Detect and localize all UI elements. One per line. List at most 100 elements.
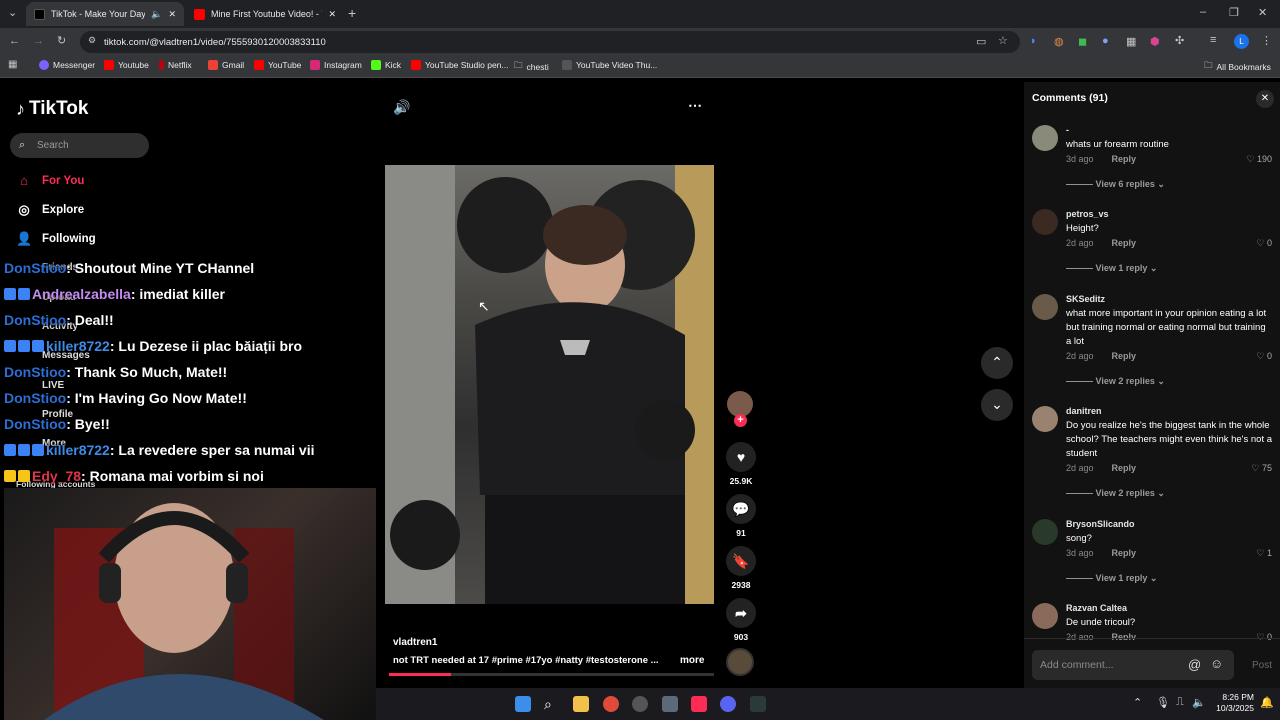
view-replies-button[interactable]: ——— View 6 replies ⌄ (1066, 179, 1165, 190)
next-video-button[interactable]: ⌄ (981, 389, 1013, 421)
view-replies-button[interactable]: ——— View 1 reply ⌄ (1066, 573, 1157, 584)
avatar[interactable] (1032, 519, 1058, 545)
previous-video-button[interactable]: ⌃ (981, 347, 1013, 379)
extensions-puzzle-icon[interactable]: ✣ (1175, 34, 1184, 47)
url-field[interactable]: ⚙ tiktok.com/@vladtren1/video/7555930120… (80, 31, 1020, 53)
like-button[interactable]: ♥ 25.9K (726, 442, 756, 486)
windows-start-icon[interactable] (515, 696, 531, 712)
comment-like-button[interactable]: ♡ 0 (1256, 238, 1272, 249)
network-icon[interactable]: ⎍ (1176, 696, 1184, 709)
bookmark-instagram[interactable]: Instagram (310, 60, 362, 70)
media-control-icon[interactable]: ≡ (1210, 34, 1216, 46)
avatar[interactable] (1032, 209, 1058, 235)
notification-icon[interactable]: 🔔 (1260, 696, 1274, 709)
more-options-icon[interactable]: ⋯ (688, 97, 702, 114)
file-explorer-icon[interactable] (573, 696, 589, 712)
minimize-icon[interactable]: – (1200, 6, 1206, 18)
follow-plus-icon[interactable]: + (734, 414, 747, 427)
all-bookmarks[interactable]: 🗀 All Bookmarks (1204, 60, 1271, 74)
apps-grid-icon[interactable]: ▦ (8, 59, 17, 70)
bookmark-youtube[interactable]: Youtube (104, 60, 149, 70)
bookmark-youtube-2[interactable]: YouTube (254, 60, 301, 70)
close-window-icon[interactable]: ✕ (1258, 6, 1267, 19)
volume-icon[interactable]: 🔈 (1192, 696, 1206, 709)
clock[interactable]: 8:26 PM 10/3/2025 (1210, 692, 1254, 714)
chrome-menu-icon[interactable]: ⋮ (1261, 34, 1272, 47)
bookmark-youtube-studio[interactable]: YouTube Studio pen... (411, 60, 509, 70)
close-tab-icon[interactable]: ✕ (328, 9, 336, 20)
reload-icon[interactable]: ↻ (57, 34, 66, 47)
nav-following[interactable]: 👤 Following (16, 231, 96, 247)
chrome-icon[interactable] (603, 696, 619, 712)
comment-like-button[interactable]: ♡ 0 (1256, 351, 1272, 362)
comment-username[interactable]: SKSeditz (1066, 294, 1105, 304)
chevron-up-icon[interactable]: ⌃ (1133, 696, 1142, 709)
discord-icon[interactable] (720, 696, 736, 712)
tiktok-logo[interactable]: ♪ TikTok (16, 98, 88, 120)
profile-avatar-icon[interactable]: L (1234, 34, 1249, 49)
extension-icon[interactable]: ◼ (1078, 35, 1087, 48)
avatar[interactable] (1032, 125, 1058, 151)
restore-icon[interactable]: ❐ (1229, 6, 1239, 19)
view-replies-button[interactable]: ——— View 2 replies ⌄ (1066, 376, 1165, 387)
volume-icon[interactable]: 🔊 (393, 99, 410, 116)
bookmark-messenger[interactable]: Messenger (39, 60, 95, 70)
comment-like-button[interactable]: ♡ 190 (1246, 154, 1272, 165)
new-tab-icon[interactable]: + (348, 5, 356, 21)
app-icon[interactable] (750, 696, 766, 712)
avatar[interactable] (1032, 603, 1058, 629)
avatar[interactable] (1032, 406, 1058, 432)
nav-for-you[interactable]: ⌂ For You (16, 173, 84, 188)
add-comment-input[interactable]: Add comment... @ ☺ (1032, 650, 1234, 680)
bookmark-star-icon[interactable]: ☆ (998, 34, 1008, 47)
tab-list-icon[interactable]: ⌄ (8, 6, 17, 19)
video-author[interactable]: vladtren1 (393, 637, 437, 648)
reply-button[interactable]: Reply (1112, 351, 1137, 361)
forward-icon[interactable]: → (33, 35, 44, 47)
nav-explore[interactable]: ◎ Explore (16, 202, 84, 218)
tiktok-app-icon[interactable] (691, 696, 707, 712)
comment-like-button[interactable]: ♡ 75 (1251, 463, 1272, 474)
speaker-icon[interactable]: 🔈 (151, 9, 162, 20)
video-player[interactable] (385, 165, 714, 604)
post-comment-button[interactable]: Post (1252, 660, 1272, 671)
video-progress-bar[interactable] (389, 673, 714, 676)
tab-youtube[interactable]: Mine First Youtube Video! - You ✕ (186, 2, 344, 26)
comment-username[interactable]: Razvan Caltea (1066, 603, 1127, 613)
microphone-icon[interactable]: 🎙 (1156, 696, 1170, 709)
reply-button[interactable]: Reply (1112, 238, 1137, 248)
reply-button[interactable]: Reply (1112, 154, 1137, 164)
music-disc-icon[interactable] (726, 648, 754, 676)
extension-icon[interactable]: ● (1102, 35, 1109, 47)
save-button[interactable]: 🔖 2938 (726, 546, 756, 590)
share-button[interactable]: ➦ 903 (726, 598, 756, 642)
view-replies-button[interactable]: ——— View 2 replies ⌄ (1066, 488, 1165, 499)
extension-icon[interactable]: ◗ (1030, 35, 1037, 47)
close-tab-icon[interactable]: ✕ (168, 9, 176, 20)
comment-username[interactable]: - (1066, 125, 1069, 135)
site-info-icon[interactable]: ⚙ (88, 35, 96, 46)
search-icon[interactable]: ⌕ (544, 696, 560, 712)
comment-like-button[interactable]: ♡ 1 (1256, 548, 1272, 559)
back-icon[interactable]: ← (9, 35, 20, 47)
avatar[interactable] (1032, 294, 1058, 320)
emoji-icon[interactable]: ☺ (1210, 656, 1223, 671)
comment-username[interactable]: danitren (1066, 406, 1102, 416)
bookmark-gmail[interactable]: Gmail (208, 60, 244, 70)
comment-button[interactable]: 💬 91 (726, 494, 756, 538)
extension-icon[interactable]: ◍ (1054, 35, 1064, 48)
caption-more-button[interactable]: more (680, 655, 704, 666)
bookmark-netflix[interactable]: Netflix (159, 60, 192, 70)
extension-icon[interactable]: ⬢ (1150, 35, 1160, 48)
bookmark-kick[interactable]: Kick (371, 60, 401, 70)
mention-icon[interactable]: @ (1188, 657, 1201, 672)
reply-button[interactable]: Reply (1112, 463, 1137, 473)
view-replies-button[interactable]: ——— View 1 reply ⌄ (1066, 263, 1157, 274)
reply-button[interactable]: Reply (1112, 548, 1137, 558)
settings-icon[interactable] (662, 696, 678, 712)
comment-username[interactable]: BrysonSlicando (1066, 519, 1135, 529)
obs-icon[interactable] (632, 696, 648, 712)
close-comments-button[interactable]: ✕ (1256, 90, 1274, 108)
extension-icon[interactable]: ▦ (1126, 35, 1136, 48)
bookmark-folder-chesti[interactable]: 🗀 chesti (514, 60, 549, 74)
